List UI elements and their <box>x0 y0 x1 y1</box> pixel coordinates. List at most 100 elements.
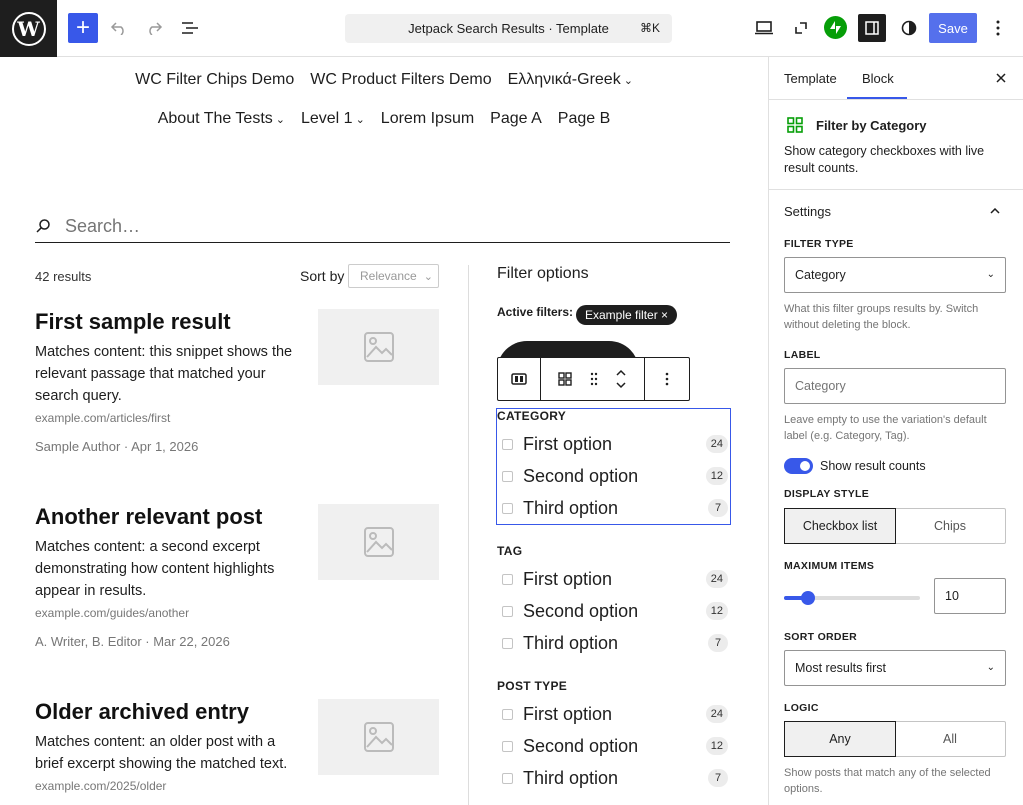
filter-option[interactable]: Third option 7 <box>497 492 730 524</box>
slider-thumb[interactable] <box>801 591 815 605</box>
tab-block[interactable]: Block <box>862 71 894 86</box>
editor-canvas: WC Filter Chips Demo WC Product Filters … <box>0 57 768 805</box>
filter-option[interactable]: Second option 12 <box>497 595 730 627</box>
sort-order-label: SORT ORDER <box>784 631 858 643</box>
nav-item-label: WC Product Filters Demo <box>310 71 492 88</box>
block-toolbar <box>497 357 690 401</box>
nav-item-page-a[interactable]: Page A <box>490 110 542 128</box>
search-result: Another relevant post Matches content: a… <box>35 504 440 649</box>
filter-option[interactable]: First option 24 <box>497 563 730 595</box>
nav-item-wc-product-filters[interactable]: WC Product Filters Demo <box>310 71 491 89</box>
tab-template[interactable]: Template <box>784 71 837 86</box>
filter-type-label: FILTER TYPE <box>784 238 854 250</box>
settings-panel-title[interactable]: Settings <box>784 204 831 219</box>
more-vertical-icon <box>665 372 669 386</box>
sidebar-icon <box>865 21 879 35</box>
sort-select[interactable]: Relevance ⌄ <box>348 264 439 288</box>
close-sidebar-button[interactable] <box>991 68 1011 88</box>
chevron-down-icon: ⌄ <box>423 271 433 283</box>
nav-item-about-the-tests[interactable]: About The Tests ⌄ <box>158 110 285 128</box>
nav-item-page-b[interactable]: Page B <box>558 110 610 128</box>
results-count: 42 results <box>35 269 92 284</box>
nav-item-greek[interactable]: Ελληνικά-Greek ⌄ <box>508 71 633 89</box>
checkbox[interactable] <box>502 502 513 514</box>
checkbox[interactable] <box>502 573 513 585</box>
sidebar-divider <box>769 189 1023 190</box>
checkbox[interactable] <box>502 470 513 482</box>
display-style-toggle-group: Checkbox list Chips <box>784 508 1006 544</box>
block-type-grid-icon[interactable] <box>558 372 572 386</box>
logic-option-any[interactable]: Any <box>784 721 896 757</box>
result-title[interactable]: Another relevant post <box>35 504 305 530</box>
nav-item-lorem-ipsum[interactable]: Lorem Ipsum <box>381 110 474 128</box>
nav-item-level-1[interactable]: Level 1 ⌄ <box>301 110 365 128</box>
search-placeholder: Search… <box>65 215 141 236</box>
open-site-button[interactable] <box>787 14 815 42</box>
display-option-chips[interactable]: Chips <box>895 509 1005 543</box>
checkbox[interactable] <box>502 708 513 720</box>
checkbox[interactable] <box>502 772 513 784</box>
chevron-down-icon: ⌄ <box>986 269 995 280</box>
checkbox[interactable] <box>502 740 513 752</box>
result-snippet: Matches content: a second excerpt demons… <box>35 539 275 599</box>
more-vertical-icon <box>996 20 1000 36</box>
settings-sidebar: Template Block Filter by Category Show c… <box>768 57 1023 805</box>
jetpack-button[interactable] <box>824 16 847 39</box>
active-filters-label: Active filters: <box>497 305 574 319</box>
sort-order-select[interactable]: Most results first ⌄ <box>784 650 1006 686</box>
checkbox[interactable] <box>502 438 513 450</box>
result-url[interactable]: example.com/articles/first <box>35 411 440 425</box>
add-block-button[interactable]: + <box>68 13 98 43</box>
filter-option[interactable]: Third option 7 <box>497 627 730 659</box>
checkbox[interactable] <box>502 605 513 617</box>
block-options-button[interactable] <box>645 358 689 400</box>
filter-option-count: 7 <box>708 499 728 517</box>
block-card-title: Filter by Category <box>816 118 927 133</box>
filter-option[interactable]: Second option 12 <box>497 460 730 492</box>
filter-option-count: 24 <box>705 705 728 723</box>
navigation-row-2: About The Tests ⌄ Level 1 ⌄ Lorem Ipsum Pa… <box>0 110 768 128</box>
search-input[interactable]: Search… <box>35 210 730 243</box>
max-items-input[interactable] <box>934 578 1006 614</box>
save-button[interactable]: Save <box>929 13 977 43</box>
redo-button[interactable] <box>141 13 167 43</box>
settings-collapse-button[interactable] <box>987 203 1003 219</box>
result-url[interactable]: example.com/guides/another <box>35 606 440 620</box>
result-title[interactable]: First sample result <box>35 309 305 335</box>
display-option-checkbox-list[interactable]: Checkbox list <box>784 508 896 544</box>
filter-type-select[interactable]: Category ⌄ <box>784 257 1006 293</box>
styles-button[interactable] <box>895 14 923 42</box>
filter-option-label: Second option <box>523 735 639 756</box>
document-overview-button[interactable] <box>176 13 204 43</box>
options-menu-button[interactable] <box>985 13 1011 43</box>
undo-button[interactable] <box>106 13 132 43</box>
block-parent-icon <box>511 373 527 385</box>
drag-handle-icon[interactable] <box>590 372 598 386</box>
move-up-down-icon[interactable] <box>615 368 627 390</box>
document-title-bar[interactable]: Jetpack Search Results · Template ⌘K <box>345 14 672 43</box>
max-items-slider[interactable] <box>784 591 920 605</box>
filter-option[interactable]: Second option 12 <box>497 730 730 762</box>
block-parent-button[interactable] <box>498 358 541 400</box>
view-mode-button[interactable] <box>750 14 778 42</box>
result-url[interactable]: example.com/2025/older <box>35 779 440 793</box>
filter-option-label: Third option <box>523 767 619 788</box>
logic-toggle-group: Any All <box>784 721 1006 757</box>
chevron-down-icon: ⌄ <box>986 662 995 673</box>
show-result-counts-toggle[interactable] <box>784 458 813 474</box>
sort-order-value: Most results first <box>795 661 886 675</box>
filter-option[interactable]: First option 24 <box>497 428 730 460</box>
wordpress-logo-button[interactable]: W <box>0 0 57 57</box>
active-filter-chip[interactable]: Example filter × <box>576 305 678 325</box>
filter-options-title: Filter options <box>497 265 589 282</box>
nav-item-wc-filter-chips[interactable]: WC Filter Chips Demo <box>135 71 294 89</box>
filter-group-category[interactable]: CATEGORY First option 24 Second option 12 … <box>496 408 731 525</box>
filter-option[interactable]: First option 24 <box>497 698 730 730</box>
checkbox[interactable] <box>502 637 513 649</box>
label-input[interactable] <box>784 368 1006 404</box>
sort-label: Sort by <box>300 268 345 284</box>
settings-sidebar-toggle[interactable] <box>858 14 886 42</box>
filter-option[interactable]: Third option 7 <box>497 762 730 794</box>
logic-option-all[interactable]: All <box>895 722 1005 756</box>
result-title[interactable]: Older archived entry <box>35 699 305 725</box>
